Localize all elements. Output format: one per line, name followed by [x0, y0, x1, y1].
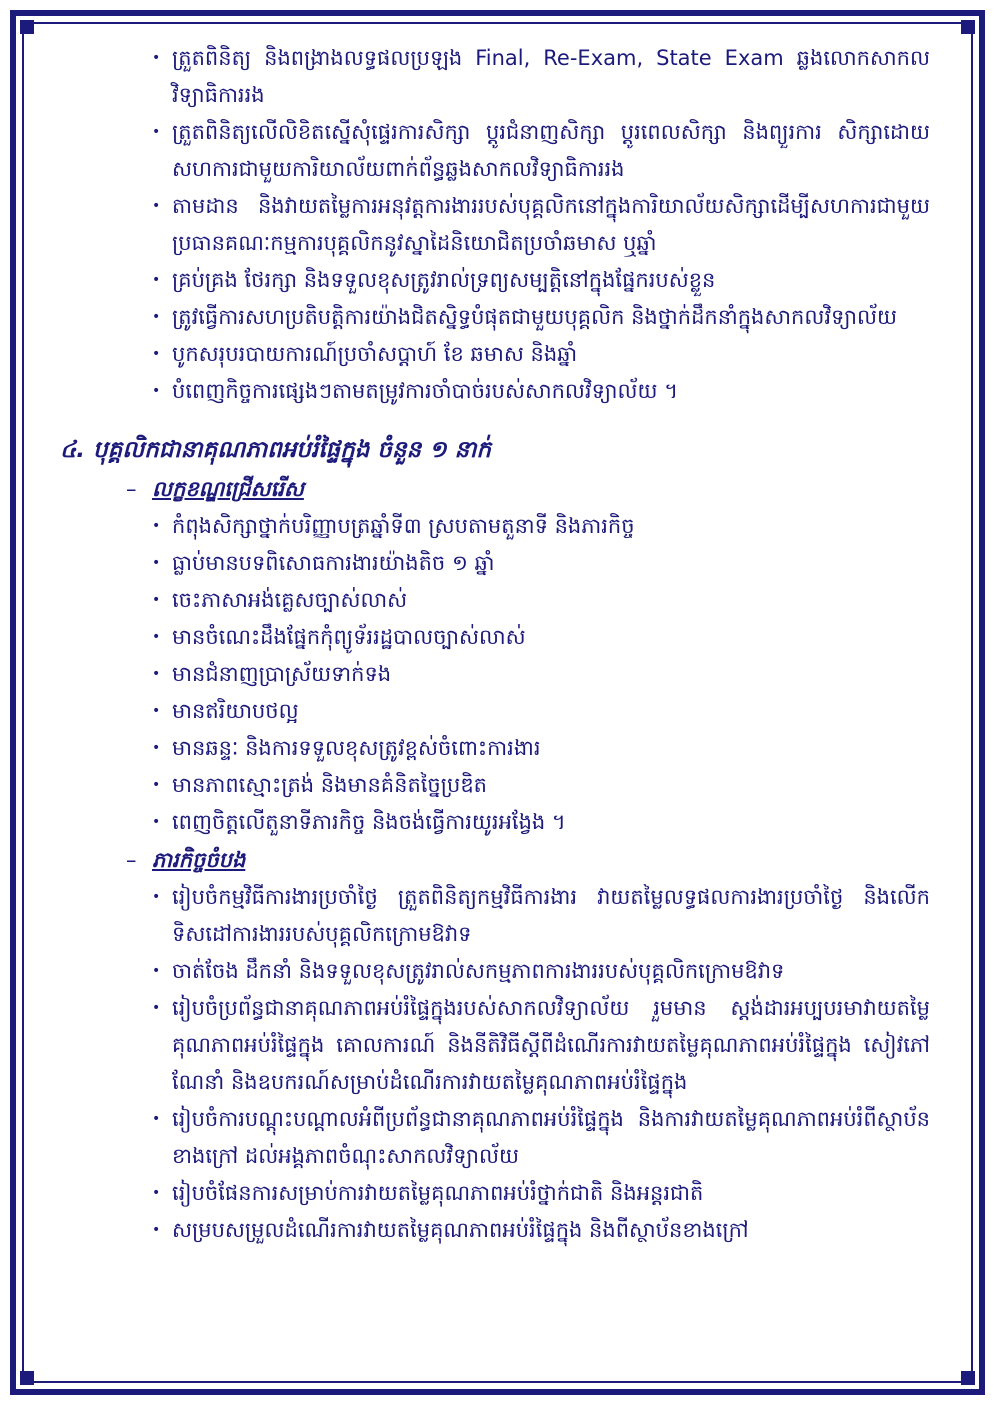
bullet-icon: •: [152, 1000, 161, 1016]
list-item: • កំពុងសិក្សាថ្នាក់បរិញ្ញាបត្រឆ្នាំទី៣ ស្…: [152, 508, 930, 545]
list-item: • សម្របសម្រួលដំណើរការវាយតម្លៃគុណភាពអប់រំផ…: [152, 1212, 930, 1249]
dash-icon: –: [126, 477, 137, 501]
bullet-icon: •: [152, 889, 161, 905]
criteria-list: • កំពុងសិក្សាថ្នាក់បរិញ្ញាបត្រឆ្នាំទី៣ ស្…: [60, 508, 930, 841]
list-item: • មានជំនាញប្រាស្រ័យទាក់ទង: [152, 656, 930, 693]
list-item: • បូកសរុបរបាយការណ៍ប្រចាំសប្តាហ៍ ខែ ឆមាស ន…: [152, 336, 930, 373]
list-item: • បំពេញកិច្ចការផ្សេងៗតាមតម្រូវការចាំបាច់រ…: [152, 373, 930, 410]
bullet-icon: •: [152, 666, 161, 682]
list-item: • ចាត់ចែង ដឹកនាំ និងទទួលខុសត្រូវរាល់សកម្ម…: [152, 953, 930, 990]
list-item: • តាមដាន និងវាយតម្លៃការអនុវត្តការងាររបស់ប…: [152, 188, 930, 262]
list-item: • ចេះភាសាអង់គ្លេសច្បាស់លាស់: [152, 582, 930, 619]
bullet-icon: •: [152, 309, 161, 325]
duties-subheading: – ភារកិច្ចចំបង: [126, 841, 930, 879]
list-item: • មានចំណេះដឹងផ្នែកកុំព្យូទ័ររដ្ឋបាលច្បាស់…: [152, 619, 930, 656]
bullet-icon: •: [152, 1185, 161, 1201]
bullet-icon: •: [152, 592, 161, 608]
bullet-icon: •: [152, 963, 161, 979]
bullet-icon: •: [152, 777, 161, 793]
bullet-icon: •: [152, 346, 161, 362]
bullet-icon: •: [152, 518, 161, 534]
bullet-icon: •: [152, 198, 161, 214]
list-item: • រៀបចំប្រព័ន្ធជានាគុណភាពអប់រំផ្ទៃក្នុងរប…: [152, 990, 930, 1101]
bullet-icon: •: [152, 740, 161, 756]
bullet-icon: •: [152, 814, 161, 830]
bullet-icon: •: [152, 629, 161, 645]
list-item: • ត្រួតពិនិត្យ និងពង្រាងលទ្ធផលប្រឡង Final…: [152, 40, 930, 114]
bullet-icon: •: [152, 1222, 161, 1238]
section1-list: • ត្រួតពិនិត្យ និងពង្រាងលទ្ធផលប្រឡង Final…: [60, 40, 930, 410]
bullet-icon: •: [152, 50, 161, 66]
bullet-icon: •: [152, 124, 161, 140]
list-item: • មានភាពស្មោះត្រង់ និងមានគំនិតច្នៃប្រឌិត: [152, 767, 930, 804]
dash-icon: –: [126, 848, 137, 872]
list-item: • ពេញចិត្តលើតួនាទីភារកិច្ច និងចង់ធ្វើការយ…: [152, 804, 930, 841]
bullet-icon: •: [152, 272, 161, 288]
list-item: • មានឆន្ទៈ និងការទទួលខុសត្រូវខ្ពស់ចំពោះកា…: [152, 730, 930, 767]
criteria-subheading: – លក្ខខណ្ឌជ្រើសរើស: [126, 470, 930, 508]
section-heading: ៤. បុគ្គលិកជានាគុណភាពអប់រំផ្ទៃក្នុង ចំនួ…: [60, 437, 492, 463]
bullet-icon: •: [152, 1111, 161, 1127]
list-item: • ធ្លាប់មានបទពិសោធការងារយ៉ាងតិច ១ ឆ្នាំ: [152, 545, 930, 582]
bullet-icon: •: [152, 555, 161, 571]
bullet-icon: •: [152, 703, 161, 719]
list-item: • រៀបចំកម្មវិធីការងារប្រចាំថ្ងៃ ត្រួតពិនិ…: [152, 879, 930, 953]
document-body: • ត្រួតពិនិត្យ និងពង្រាងលទ្ធផលប្រឡង Final…: [60, 40, 930, 1249]
list-item: • រៀបចំផែនការសម្រាប់ការវាយតម្លៃគុណភាពអប់រ…: [152, 1175, 930, 1212]
list-item: • ត្រូវធ្វើការសហប្រតិបត្តិការយ៉ាងជិតស្និទ…: [152, 299, 930, 336]
bullet-icon: •: [152, 383, 161, 399]
list-item: • ត្រួតពិនិត្យលើលិខិតស្នើសុំផ្ទេរការសិក្ស…: [152, 114, 930, 188]
list-item: • មានឥរិយាបថល្អ: [152, 693, 930, 730]
list-item: • រៀបចំការបណ្តុះបណ្តាលអំពីប្រព័ន្ធជានាគុណ…: [152, 1101, 930, 1175]
list-item: • គ្រប់គ្រង ថែរក្សា និងទទួលខុសត្រូវរាល់ទ្…: [152, 262, 930, 299]
duties-list: • រៀបចំកម្មវិធីការងារប្រចាំថ្ងៃ ត្រួតពិនិ…: [60, 879, 930, 1249]
